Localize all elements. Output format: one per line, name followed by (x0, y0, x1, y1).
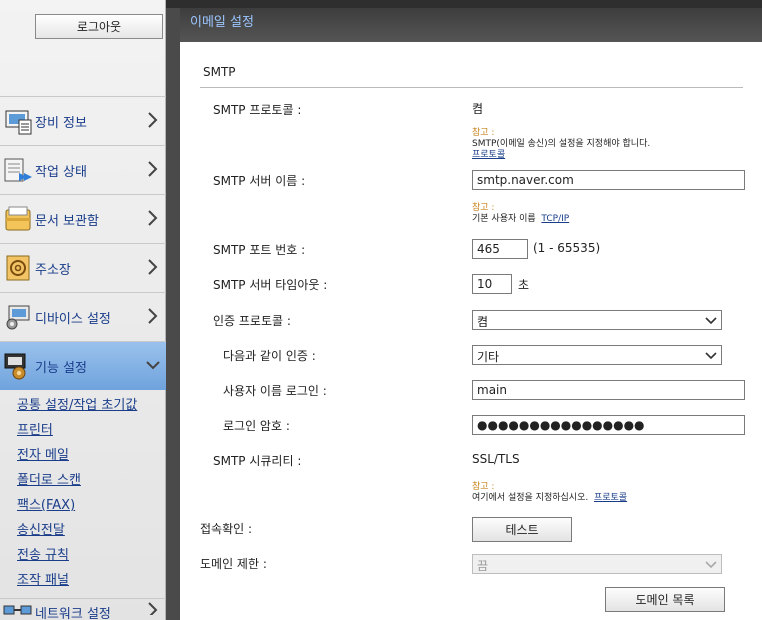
auth-protocol-selected: 켬 (477, 315, 489, 329)
auth-protocol-select[interactable]: 켬 (472, 310, 722, 330)
sidebar-nav: 장비 정보 작업 상태 문서 보관함 주소장 디바이스 설정 기능 설정 공통 … (0, 96, 166, 620)
smtp-protocol-note: 참고 : SMTP(이메일 송신)의 설정을 지정해야 합니다. 프로토콜 (472, 128, 650, 161)
section-divider (200, 87, 743, 88)
domain-restriction-select[interactable]: 끔 (472, 554, 722, 574)
chevron-right-icon (146, 307, 160, 325)
top-bar (166, 0, 762, 8)
function-settings-submenu: 공통 설정/작업 초기값 프린터 전자 메일 폴더로 스캔 팩스(FAX) 송신… (0, 390, 166, 598)
submenu-item-printer[interactable]: 프린터 (0, 423, 166, 448)
section-title-smtp: SMTP (203, 65, 236, 79)
sidebar-item-label: 장비 정보 (35, 115, 87, 131)
chevron-right-icon (146, 111, 160, 129)
sidebar-divider (166, 0, 180, 620)
chevron-right-icon (146, 160, 160, 178)
smtp-security-label: SMTP 시큐리티 : (213, 454, 302, 468)
submenu-item-control-panel[interactable]: 조작 패널 (0, 573, 166, 598)
sidebar-item-document-box[interactable]: 문서 보관함 (0, 194, 166, 243)
job-status-icon (3, 155, 33, 185)
smtp-server-note: 참고 : 기본 사용자 이름 TCP/IP (472, 203, 569, 225)
sidebar-item-label: 주소장 (35, 262, 71, 278)
note-warn-label: 참고 : (472, 128, 495, 138)
connection-check-label: 접속확인 : (200, 522, 253, 536)
submenu-item-forwarding[interactable]: 송신전달 (0, 523, 166, 548)
logout-button[interactable]: 로그아웃 (35, 14, 163, 39)
sidebar-item-function-settings[interactable]: 기능 설정 (0, 341, 166, 390)
chevron-right-icon (146, 258, 160, 276)
tcp-ip-link[interactable]: TCP/IP (541, 214, 569, 224)
sidebar-item-device-settings[interactable]: 디바이스 설정 (0, 292, 166, 341)
sidebar-item-label: 네트워크 설정 (35, 607, 111, 620)
password-label: 로그인 암호 : (223, 419, 290, 433)
submenu-item-transfer-rules[interactable]: 전송 규칙 (0, 548, 166, 573)
chevron-right-icon (146, 209, 160, 227)
chevron-down-icon (705, 559, 717, 569)
username-label: 사용자 이름 로그인 : (223, 384, 327, 398)
smtp-timeout-unit: 초 (518, 278, 530, 292)
smtp-protocol-label: SMTP 프로토콜 : (213, 103, 302, 117)
smtp-security-note: 참고 : 여기에서 설정을 지정하십시오. 프로토콜 (472, 482, 627, 504)
chevron-down-icon (146, 356, 160, 374)
smtp-server-label: SMTP 서버 이름 : (213, 174, 306, 188)
page-title: 이메일 설정 (180, 8, 762, 42)
address-book-icon (3, 253, 33, 283)
submenu-item-common-settings[interactable]: 공통 설정/작업 초기값 (0, 398, 166, 423)
auth-as-label: 다음과 같이 인증 : (223, 349, 316, 363)
note-text: 여기에서 설정을 지정하십시오. (472, 493, 589, 503)
sidebar-item-network-settings[interactable]: 네트워크 설정 (0, 598, 166, 620)
note-warn-label: 참고 : (472, 203, 495, 213)
test-button[interactable]: 테스트 (472, 517, 572, 542)
smtp-timeout-label: SMTP 서버 타임아웃 : (213, 278, 328, 292)
auth-as-selected: 기타 (477, 350, 500, 364)
domain-restriction-label: 도메인 제한 : (200, 557, 267, 571)
sidebar-item-job-status[interactable]: 작업 상태 (0, 145, 166, 194)
domain-restriction-selected: 끔 (477, 559, 489, 573)
smtp-port-label: SMTP 포트 번호 : (213, 243, 306, 257)
note-text: 기본 사용자 이름 (472, 214, 536, 224)
auth-as-select[interactable]: 기타 (472, 345, 722, 365)
sidebar: 로그아웃 장비 정보 작업 상태 문서 보관함 주소장 디바이스 설정 기능 설… (0, 0, 166, 620)
device-settings-icon (3, 302, 33, 332)
username-input[interactable] (472, 380, 745, 400)
sidebar-item-device-info[interactable]: 장비 정보 (0, 96, 166, 145)
chevron-down-icon (705, 315, 717, 325)
smtp-port-input[interactable] (472, 239, 528, 259)
auth-protocol-label: 인증 프로토콜 : (213, 314, 291, 328)
smtp-timeout-input[interactable] (472, 274, 512, 294)
submenu-item-scan-to-folder[interactable]: 폴더로 스캔 (0, 473, 166, 498)
sidebar-item-address-book[interactable]: 주소장 (0, 243, 166, 292)
email-settings-panel: 이메일 설정 SMTP SMTP 프로토콜 : 켬 참고 : SMTP(이메일 … (180, 8, 762, 620)
chevron-right-icon (146, 601, 160, 619)
protocol-link[interactable]: 프로토콜 (594, 493, 627, 503)
protocol-link[interactable]: 프로토콜 (472, 150, 505, 160)
smtp-server-input[interactable] (472, 170, 745, 190)
device-info-icon (3, 106, 33, 136)
domain-list-button[interactable]: 도메인 목록 (605, 587, 725, 612)
sidebar-item-label: 작업 상태 (35, 164, 87, 180)
document-box-icon (3, 204, 33, 234)
sidebar-item-label: 문서 보관함 (35, 213, 99, 229)
smtp-security-value: SSL/TLS (472, 452, 520, 466)
submenu-item-fax[interactable]: 팩스(FAX) (0, 498, 166, 523)
sidebar-item-label: 디바이스 설정 (35, 311, 111, 327)
network-settings-icon (3, 603, 33, 619)
smtp-protocol-value: 켬 (472, 102, 484, 116)
note-text: SMTP(이메일 송신)의 설정을 지정해야 합니다. (472, 139, 651, 149)
submenu-item-email[interactable]: 전자 메일 (0, 448, 166, 473)
smtp-port-range: (1 - 65535) (533, 241, 601, 255)
sidebar-item-label: 기능 설정 (35, 360, 87, 376)
note-warn-label: 참고 : (472, 482, 495, 492)
password-input[interactable] (472, 415, 745, 435)
chevron-down-icon (705, 350, 717, 360)
function-settings-icon (3, 351, 33, 381)
